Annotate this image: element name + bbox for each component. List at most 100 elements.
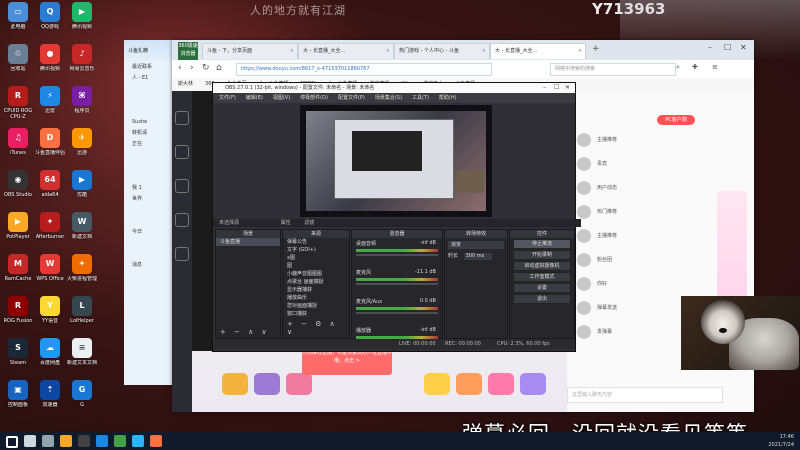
- volume-slider[interactable]: [356, 254, 438, 256]
- pc-client-button[interactable]: PC客户端: [657, 115, 695, 125]
- taskbar-qq-icon[interactable]: [132, 435, 144, 447]
- extension-icon[interactable]: ✚: [692, 63, 698, 71]
- chat-contact-row[interactable]: 人 - E1: [124, 73, 176, 84]
- gift-icon[interactable]: [222, 373, 248, 395]
- obs-menu-item[interactable]: 帮助(H): [439, 95, 457, 101]
- obs-menu-item[interactable]: 视图(V): [273, 95, 290, 101]
- close-icon[interactable]: ×: [290, 44, 294, 59]
- minimize-icon[interactable]: –: [543, 83, 546, 93]
- gift-icon[interactable]: [286, 373, 312, 395]
- avatar[interactable]: [577, 301, 591, 315]
- back-icon[interactable]: ‹: [178, 63, 182, 73]
- chat-contact-row[interactable]: [124, 95, 176, 106]
- gift-icon[interactable]: [254, 373, 280, 395]
- avatar[interactable]: [577, 325, 591, 339]
- desktop-icon[interactable]: ☁ 百度网盘: [34, 338, 66, 372]
- source-item[interactable]: 显示器捕获: [283, 286, 349, 294]
- desktop-icon[interactable]: ♫ iTunes: [2, 128, 34, 162]
- taskbar-edge-icon[interactable]: [96, 435, 108, 447]
- avatar[interactable]: [577, 133, 591, 147]
- filters-button[interactable]: 滤镜: [304, 220, 314, 226]
- desktop-icon[interactable]: ◉ OBS Studio: [2, 170, 34, 204]
- desktop-icon[interactable]: ▶ 优酷: [66, 170, 98, 204]
- desktop-icon[interactable]: S Steam: [2, 338, 34, 372]
- control-button[interactable]: 退出: [513, 294, 571, 304]
- gift-icon[interactable]: [456, 373, 482, 395]
- transition-select[interactable]: 渐变: [448, 241, 504, 249]
- control-button[interactable]: 开始录制: [513, 250, 571, 260]
- tab-2[interactable]: 大 - 长直播_大全... ×: [298, 43, 394, 59]
- close-icon[interactable]: ✕: [565, 83, 570, 93]
- chat-contact-row[interactable]: [124, 205, 176, 216]
- chat-contact-row[interactable]: [124, 216, 176, 227]
- chat-contact-row[interactable]: 正在: [124, 139, 176, 150]
- chat-contact-row[interactable]: 转机请: [124, 128, 176, 139]
- rail-category-icon[interactable]: [175, 179, 189, 193]
- desktop-icon[interactable]: ♲ 回收站: [2, 44, 34, 78]
- minimize-icon[interactable]: –: [708, 43, 712, 52]
- desktop-icon[interactable]: ⌘ 程序员: [66, 86, 98, 120]
- avatar[interactable]: [577, 229, 591, 243]
- search-icon[interactable]: ⌕: [676, 63, 680, 72]
- scene-controls[interactable]: + − ∧ ∨: [220, 328, 270, 336]
- rail-video-icon[interactable]: [175, 247, 189, 261]
- control-button[interactable]: 停止推流: [513, 239, 571, 249]
- scene-item[interactable]: 斗鱼直播: [216, 238, 280, 246]
- desktop-icon[interactable]: Q QQ游戏: [34, 2, 66, 36]
- desktop-icon[interactable]: ⇡ 加速器: [34, 380, 66, 414]
- qq-chat-window[interactable]: 斗鱼扎精 最近联系人 - E1 Sushe 转机请 正在我 1 世界 今日 消息: [124, 40, 177, 385]
- desktop-icon[interactable]: ▶ 腾讯视频: [66, 2, 98, 36]
- close-icon[interactable]: ×: [386, 44, 390, 59]
- duration-input[interactable]: 300 ms: [463, 253, 492, 260]
- control-button[interactable]: 设置: [513, 283, 571, 293]
- source-item[interactable]: x图: [283, 254, 349, 262]
- rail-home-icon[interactable]: [175, 111, 189, 125]
- avatar[interactable]: [577, 157, 591, 171]
- desktop-icon[interactable]: ✦ Afterburner: [34, 212, 66, 246]
- chat-contact-row[interactable]: 世界: [124, 194, 176, 205]
- desktop-icon[interactable]: ✦ 火柴进程管理: [66, 254, 98, 288]
- source-item[interactable]: 您对画面捕捉: [283, 302, 349, 310]
- menu-icon[interactable]: ≡: [712, 63, 718, 71]
- obs-menu-item[interactable]: 编辑(E): [246, 95, 263, 101]
- chat-contact-row[interactable]: [124, 161, 176, 172]
- url-input[interactable]: https://www.douyu.com/8617_x-47153701188…: [236, 63, 492, 76]
- avatar[interactable]: [577, 181, 591, 195]
- gift-icon[interactable]: [520, 373, 546, 395]
- obs-menu-item[interactable]: 配置文件(P): [338, 95, 365, 101]
- desktop-icon[interactable]: ▭ 此电脑: [2, 2, 34, 36]
- source-item[interactable]: 窗口捕获: [283, 310, 349, 318]
- taskbar-obs-icon[interactable]: [78, 435, 90, 447]
- maximize-icon[interactable]: ☐: [554, 83, 559, 93]
- gift-icon[interactable]: [488, 373, 514, 395]
- desktop-icon[interactable]: ▣ 控制面板: [2, 380, 34, 414]
- obs-menu-item[interactable]: 工具(T): [412, 95, 429, 101]
- source-item[interactable]: 弹幕公告: [283, 238, 349, 246]
- properties-button[interactable]: 属性: [281, 220, 291, 226]
- volume-slider[interactable]: [356, 312, 438, 314]
- obs-menu-item[interactable]: 停靠部件(D): [300, 95, 328, 101]
- avatar[interactable]: [577, 253, 591, 267]
- obs-preview[interactable]: [300, 105, 492, 217]
- danmu-input[interactable]: 这里输入聊天内容: [567, 387, 723, 403]
- taskbar-douyu-icon[interactable]: [150, 435, 162, 447]
- gift-icon[interactable]: [424, 373, 450, 395]
- desktop-icon[interactable]: ♪ 网易云音乐: [66, 44, 98, 78]
- desktop-icon[interactable]: 64 aida64: [34, 170, 66, 204]
- chat-contact-row[interactable]: 最近联系: [124, 62, 176, 73]
- source-item[interactable]: 图: [283, 262, 349, 270]
- desktop-icon[interactable]: W 新建文档: [66, 212, 98, 246]
- desktop-icon[interactable]: D 斗鱼直播伴侣: [34, 128, 66, 162]
- control-button[interactable]: 工作室模式: [513, 272, 571, 282]
- home-icon[interactable]: ⌂: [216, 63, 222, 73]
- desktop-icon[interactable]: R CPUID ROG CPU-Z: [2, 86, 34, 120]
- taskbar-search-icon[interactable]: [24, 435, 36, 447]
- taskbar-task-view-icon[interactable]: [42, 435, 54, 447]
- desktop-icon[interactable]: ⚡ 迅雷: [34, 86, 66, 120]
- tab-4-active[interactable]: 大 - 长直播_大全... ×: [490, 43, 586, 59]
- taskbar-chrome-icon[interactable]: [114, 435, 126, 447]
- chat-contact-row[interactable]: [124, 106, 176, 117]
- desktop-icon[interactable]: GG: [66, 380, 98, 414]
- desktop-icon[interactable]: ● 腾讯视频: [34, 44, 66, 78]
- volume-slider[interactable]: [356, 283, 438, 285]
